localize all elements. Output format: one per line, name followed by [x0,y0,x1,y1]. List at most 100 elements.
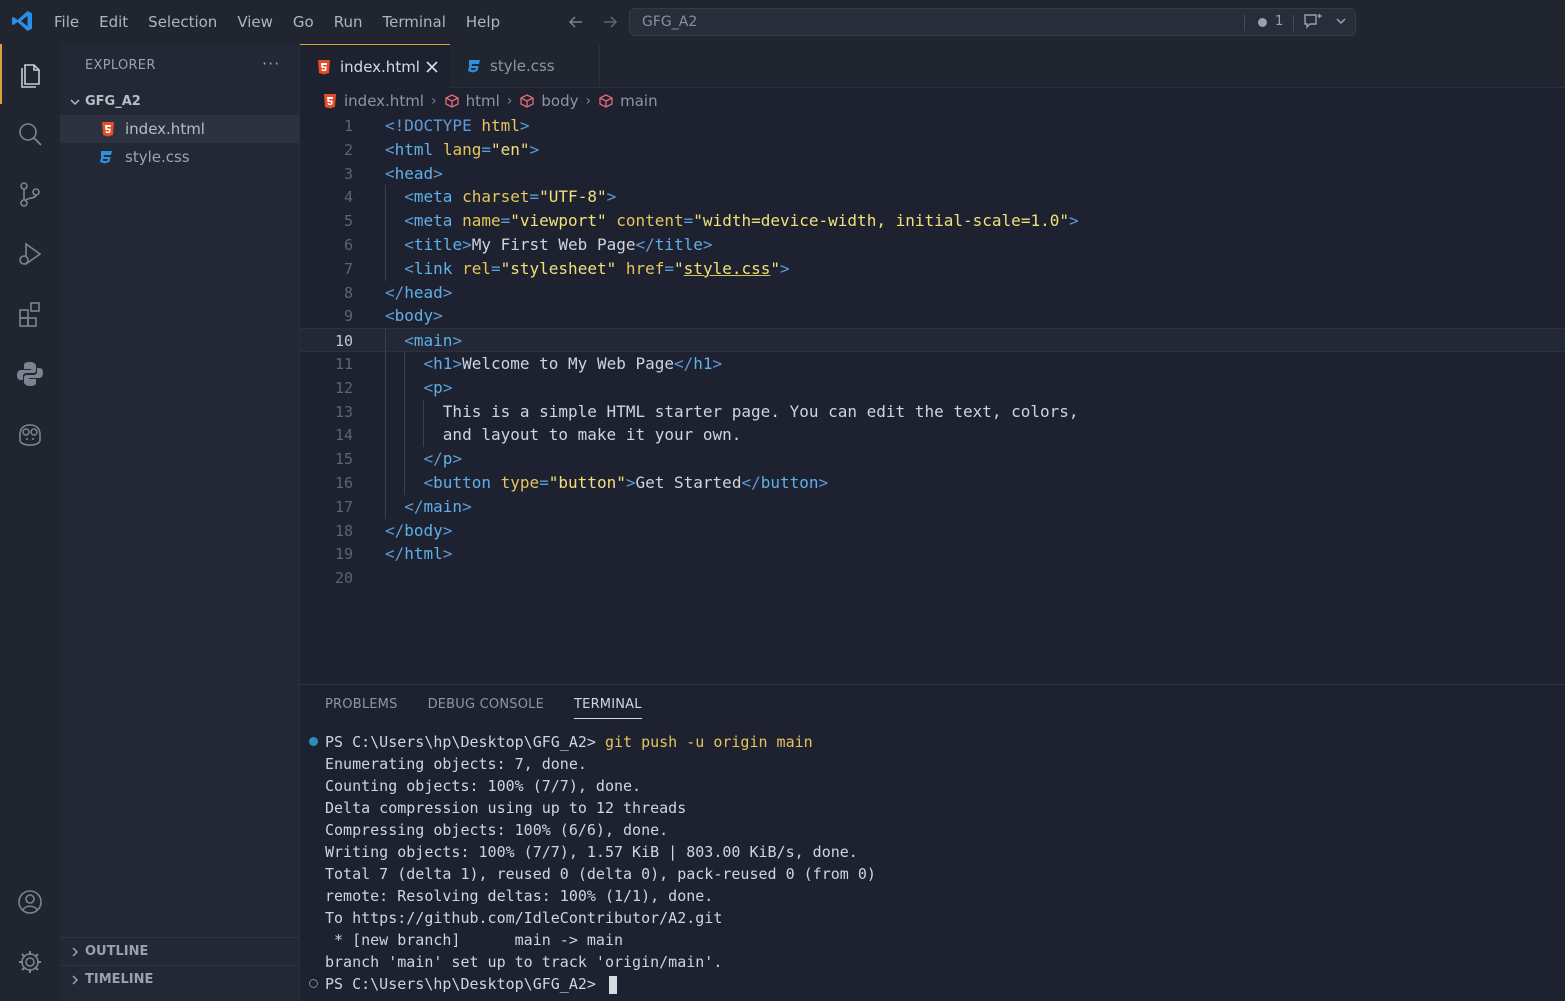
code-line[interactable]: 10 <main> [300,328,1565,354]
extensions-activity-button[interactable] [0,284,60,344]
html5-icon [324,94,336,109]
terminal-output-line: Compressing objects: 100% (6/6), done. [325,821,669,839]
breadcrumb-html[interactable]: html [444,92,500,110]
tab-style-css[interactable]: style.css [450,44,600,88]
explorer-sidebar: EXPLORER ··· GFG_A2 index.html style.css… [60,44,300,1001]
accounts-activity-button[interactable] [0,872,60,932]
terminal-output-line: Total 7 (delta 1), reused 0 (delta 0), p… [325,865,876,883]
code-line[interactable]: 16 <button type="button">Get Started</bu… [300,471,1565,495]
line-number: 14 [334,426,353,445]
tab-debug-console[interactable]: DEBUG CONSOLE [428,685,544,725]
more-actions-icon[interactable]: ··· [262,54,280,73]
terminal-prompt-line: PS C:\Users\hp\Desktop\GFG_A2> [325,973,617,995]
css3-icon [100,151,112,164]
chevron-down-icon[interactable] [1334,14,1348,28]
menu-file[interactable]: File [44,0,89,44]
tab-label: index.html [340,58,420,76]
run-debug-activity-button[interactable] [0,224,60,284]
code-line[interactable]: 15 </p> [300,447,1565,472]
chat-icon[interactable] [1303,13,1323,31]
command-center-search[interactable]: GFG_A2 1 [629,8,1356,36]
menu-help[interactable]: Help [456,0,510,44]
divider [1293,15,1294,31]
source-control-activity-button[interactable] [0,164,60,224]
arrow-right-icon[interactable] [600,12,620,32]
menu-run[interactable]: Run [324,0,373,44]
terminal-prompt: PS C:\Users\hp\Desktop\GFG_A2> [325,733,605,751]
terminal-command: git push -u origin main [604,733,813,751]
code-line[interactable]: 13 This is a simple HTML starter page. Y… [300,399,1565,424]
file-item-index-html[interactable]: index.html [60,115,299,143]
code-line[interactable]: 20 [300,566,1565,590]
breadcrumb-body[interactable]: body [519,92,578,110]
code-line[interactable]: 6 <title>My First Web Page</title> [300,233,1565,257]
code-text: <button type="button">Get Started</butto… [423,473,829,492]
code-line[interactable]: 19 </html> [300,542,1565,566]
python-activity-button[interactable] [0,344,60,404]
pending-command-dot-icon [309,979,318,988]
tab-index-html[interactable]: index.html [300,44,450,88]
close-icon[interactable] [424,59,440,75]
css3-icon [468,60,480,73]
menu-edit[interactable]: Edit [89,0,138,44]
settings-activity-button[interactable] [0,932,60,992]
menu-go[interactable]: Go [283,0,324,44]
terminal-prompt: PS C:\Users\hp\Desktop\GFG_A2> [325,975,605,993]
run-debug-icon [19,242,42,266]
line-number: 9 [343,307,353,326]
arrow-left-icon[interactable] [566,12,586,32]
terminal-output-line: Enumerating objects: 7, done. [325,755,587,773]
file-item-style-css[interactable]: style.css [60,143,299,171]
code-line[interactable]: 8 </head> [300,281,1565,305]
chevron-right-icon [72,947,79,957]
code-text: <!DOCTYPE html> [385,116,530,135]
python-icon [17,362,43,386]
chevron-right-icon: › [430,93,437,109]
code-line[interactable]: 14 and layout to make it your own. [300,423,1565,448]
code-line[interactable]: 3 <head> [300,162,1565,186]
timeline-section[interactable]: TIMELINE [60,965,299,993]
breadcrumb: index.html › html › body › main [300,88,1565,114]
copilot-activity-button[interactable] [0,404,60,464]
line-number: 10 [334,332,353,351]
terminal-cursor [608,975,617,994]
code-line[interactable]: 7 <link rel="stylesheet" href="style.css… [300,256,1565,281]
code-line[interactable]: 4 <meta charset="UTF-8"> [300,185,1565,210]
search-activity-button[interactable] [0,104,60,164]
breadcrumb-label: body [541,92,579,110]
code-line[interactable]: 5 <meta name="viewport" content="width=d… [300,209,1565,234]
breadcrumb-main[interactable]: main [598,92,658,110]
line-number: 11 [334,355,353,373]
title-bar: File Edit Selection View Go Run Terminal… [0,0,1565,44]
code-text: </body> [385,520,453,540]
line-number: 18 [334,521,353,540]
menu-selection[interactable]: Selection [138,0,227,44]
folder-row[interactable]: GFG_A2 [60,90,299,114]
code-editor[interactable]: 1 <!DOCTYPE html> 2 <html lang="en"> 3 <head>… [300,114,1565,684]
divider [1244,15,1245,31]
menu-terminal[interactable]: Terminal [373,0,456,44]
explorer-activity-button[interactable] [0,44,60,104]
tab-terminal[interactable]: TERMINAL [574,685,642,719]
line-number: 19 [334,545,353,564]
line-number: 3 [343,164,353,183]
code-line[interactable]: 1 <!DOCTYPE html> [300,114,1565,138]
breadcrumb-file[interactable]: index.html [322,92,424,110]
terminal-command-line: PS C:\Users\hp\Desktop\GFG_A2> git push … [325,731,813,753]
code-line[interactable]: 18 </body> [300,519,1565,543]
code-line[interactable]: 9 <body> [300,304,1565,328]
code-line[interactable]: 12 <p> [300,375,1565,400]
menu-view[interactable]: View [227,0,283,44]
code-line[interactable]: 2 <html lang="en"> [300,138,1565,162]
code-line[interactable]: 11 <h1>Welcome to My Web Page</h1> [300,352,1565,376]
terminal-output-line: branch 'main' set up to track 'origin/ma… [325,953,723,971]
line-number: 15 [334,450,353,469]
terminal-output-line: Writing objects: 100% (7/7), 1.57 KiB | … [325,843,858,861]
code-line[interactable]: 17 </main> [300,494,1565,519]
line-number: 7 [343,259,353,278]
section-label: TIMELINE [85,972,154,987]
tab-problems[interactable]: PROBLEMS [325,685,398,725]
outline-section[interactable]: OUTLINE [60,937,299,965]
code-text: <title>My First Web Page</title> [404,235,713,254]
symbol-element-icon [599,94,613,108]
